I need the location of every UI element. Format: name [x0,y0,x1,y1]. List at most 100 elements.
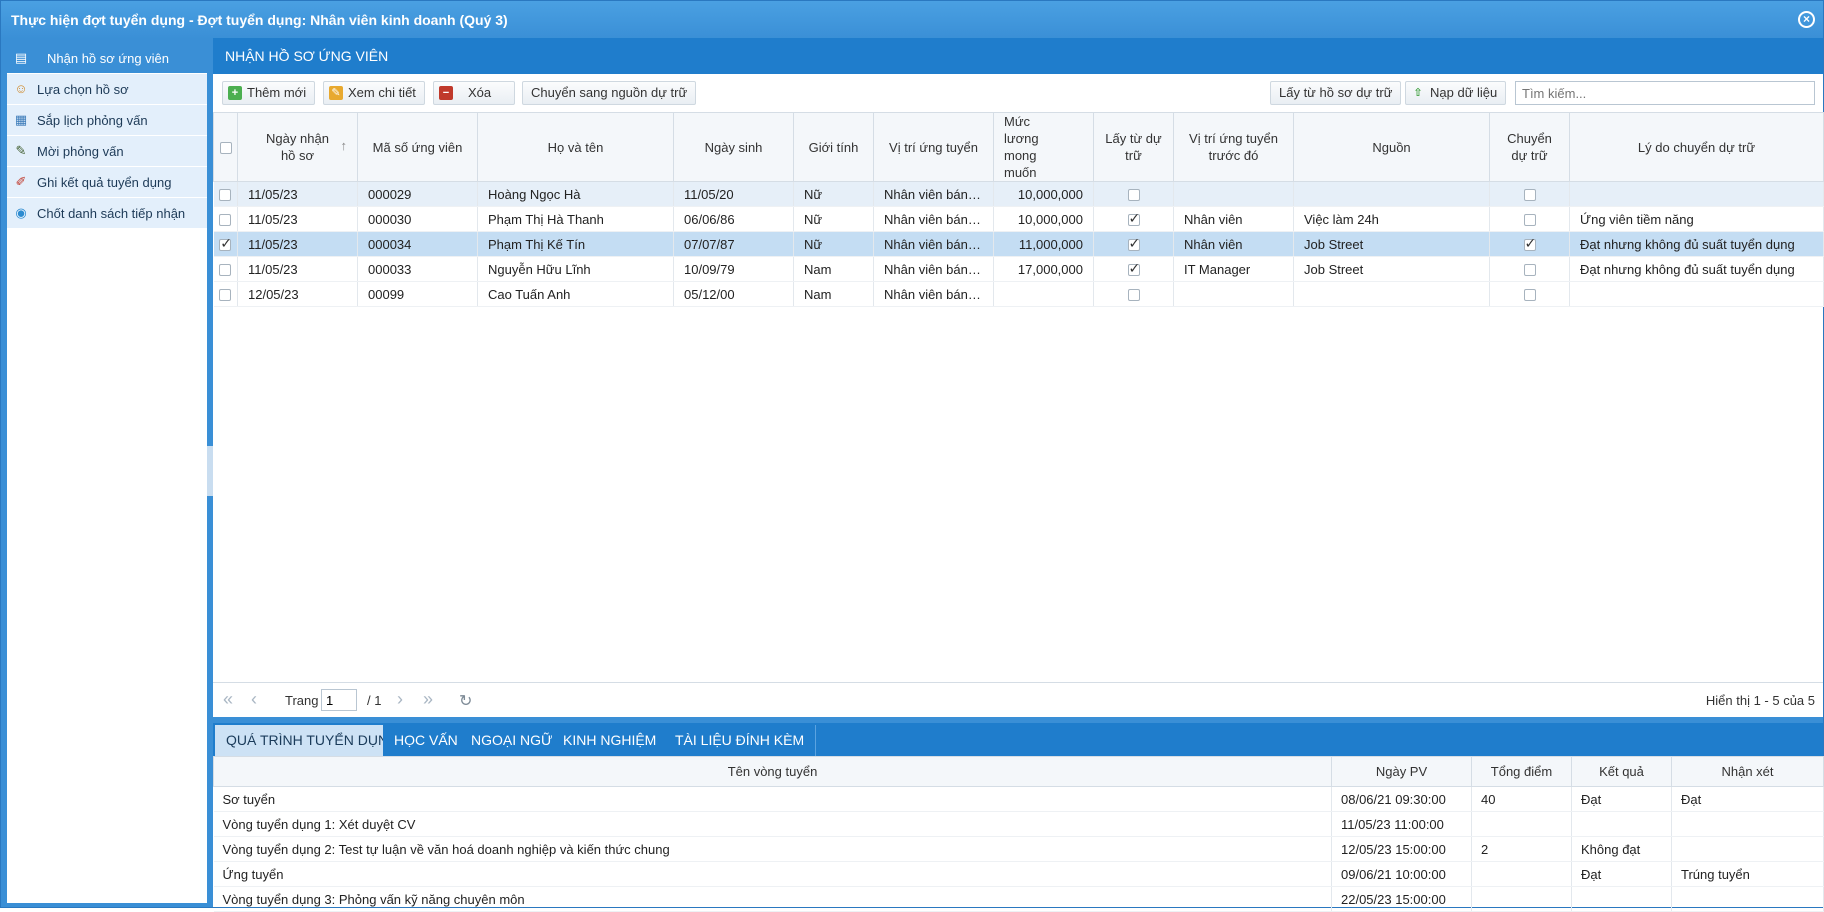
sidebar-item-label: Ghi kết quả tuyển dụng [37,175,172,190]
row-checkbox[interactable] [213,281,238,307]
col-total-score[interactable]: Tổng điểm [1471,756,1572,787]
main-panel: NHẬN HỒ SƠ ỨNG VIÊN + Thêm mới ✎ Xem chi… [213,38,1824,912]
cell-candidate-code: 000029 [357,181,478,207]
cell-gender: Nữ [793,206,874,232]
checkbox[interactable] [219,235,232,252]
last-page-icon[interactable]: » [423,689,433,710]
cell-total-score: 40 [1471,786,1572,812]
move-to-reserve-button[interactable]: Chuyển sang nguồn dự trữ [522,81,697,105]
checkbox[interactable] [1523,189,1536,202]
prev-page-icon[interactable]: ‹ [251,689,257,710]
process-row[interactable]: Ứng tuyển 09/06/21 10:00:00 Đạt Trúng tuyển [213,861,1824,887]
checkbox[interactable] [219,289,232,302]
get-from-reserve-button[interactable]: Lấy từ hồ sơ dự trữ [1270,81,1402,105]
process-row[interactable]: Sơ tuyển 08/06/21 09:30:00 40 Đạt Đạt [213,786,1824,812]
refresh-icon[interactable]: ↻ [459,691,472,711]
cell-to-reserve[interactable] [1489,281,1570,307]
cell-from-reserve[interactable] [1093,206,1174,232]
checkbox[interactable] [1523,264,1536,277]
col-reason[interactable]: Lý do chuyển dự trữ [1569,112,1824,182]
load-data-button[interactable]: ⇧ Nạp dữ liệu [1405,81,1507,105]
table-row[interactable]: 11/05/23 000033 Nguyễn Hữu Lĩnh 10/09/79 Nam… [213,256,1824,282]
table-row[interactable]: 11/05/23000034Phạm Thị Kế Tín07/07/87NữN… [213,231,1824,257]
sidebar-item-finalize-list[interactable]: ◉ Chốt danh sách tiếp nhận [7,198,207,229]
col-to-reserve[interactable]: Chuyển dự trữ [1489,112,1570,182]
process-row[interactable]: Vòng tuyển dụng 1: Xét duyệt CV 11/05/23 … [213,811,1824,837]
view-detail-button[interactable]: ✎ Xem chi tiết [323,81,425,105]
col-source[interactable]: Nguồn [1293,112,1490,182]
cell-to-reserve[interactable] [1489,256,1570,282]
checkbox[interactable] [1127,235,1140,252]
row-checkbox[interactable] [213,181,238,207]
checkbox[interactable] [1127,210,1140,227]
cell-salary [993,281,1094,307]
tab-recruitment-process[interactable]: QUÁ TRÌNH TUYỂN DỤNG [215,725,411,756]
table-row[interactable]: 12/05/23 00099 Cao Tuấn Anh 05/12/00 Nam Nhân… [213,281,1824,307]
sidebar-item-receive-profiles[interactable]: ▤ Nhận hồ sơ ứng viên [7,43,207,74]
cell-from-reserve[interactable] [1093,281,1174,307]
checkbox[interactable] [219,264,232,277]
col-dob[interactable]: Ngày sinh [673,112,794,182]
row-checkbox[interactable] [213,256,238,282]
sidebar-item-invite-interview[interactable]: ✎ Mời phỏng vấn [7,136,207,167]
cell-candidate-code: 000034 [357,231,478,257]
close-icon[interactable]: × [1798,11,1815,28]
table-row[interactable]: 11/05/23 000029 Hoàng Ngọc Hà 11/05/20 Nữ Nhâ… [213,181,1824,207]
tab-education[interactable]: HỌC VẤN [383,725,470,756]
row-checkbox[interactable] [213,206,238,232]
sidebar-item-schedule-interview[interactable]: ▦ Sắp lịch phỏng vấn [7,105,207,136]
cell-from-reserve[interactable] [1093,231,1174,257]
checkbox[interactable] [1523,235,1536,252]
cell-received-date: 12/05/23 [237,281,358,307]
first-page-icon[interactable]: « [223,689,233,710]
cell-dob: 11/05/20 [673,181,794,207]
cell-full-name: Hoàng Ngọc Hà [477,181,674,207]
cell-result [1571,811,1672,837]
col-round-name[interactable]: Tên vòng tuyển [213,756,1332,787]
sidebar-item-record-result[interactable]: ✐ Ghi kết quả tuyển dụng [7,167,207,198]
col-position[interactable]: Vị trí ứng tuyển [873,112,994,182]
next-page-icon[interactable]: › [397,689,403,710]
col-interview-date[interactable]: Ngày PV [1331,756,1472,787]
tab-attachments[interactable]: TÀI LIỆU ĐÍNH KÈM [664,725,817,756]
col-candidate-code[interactable]: Mã số ứng viên [357,112,478,182]
col-gender[interactable]: Giới tính [793,112,874,182]
cell-to-reserve[interactable] [1489,181,1570,207]
checkbox[interactable] [1523,289,1536,302]
col-result[interactable]: Kết quả [1571,756,1672,787]
add-button[interactable]: + Thêm mới [222,81,316,105]
cell-to-reserve[interactable] [1489,231,1570,257]
cell-from-reserve[interactable] [1093,181,1174,207]
select-all-checkbox[interactable] [213,112,238,182]
cell-to-reserve[interactable] [1489,206,1570,232]
col-from-reserve[interactable]: Lấy từ dự trữ [1093,112,1174,182]
page-input[interactable] [321,689,357,711]
panel-title: NHẬN HỒ SƠ ỨNG VIÊN [213,38,1823,74]
checkbox[interactable] [1523,214,1536,227]
invite-icon: ✎ [15,143,27,158]
row-checkbox[interactable] [213,231,238,257]
col-salary[interactable]: Mức lương mong muốn [993,112,1094,182]
cell-interview-date: 08/06/21 09:30:00 [1331,786,1472,812]
search-input[interactable] [1515,81,1815,105]
move-to-reserve-label: Chuyển sang nguồn dự trữ [531,85,688,100]
tab-experience[interactable]: KINH NGHIỆM [552,725,669,756]
cell-candidate-code: 00099 [357,281,478,307]
checkbox[interactable] [219,189,232,202]
checkbox[interactable] [1127,289,1140,302]
table-row[interactable]: 11/05/23 000030 Phạm Thị Hà Thanh 06/06/86 N… [213,206,1824,232]
checkbox[interactable] [219,214,232,227]
tab-languages[interactable]: NGOẠI NGỮ [460,725,565,756]
cell-from-reserve[interactable] [1093,256,1174,282]
col-comment[interactable]: Nhận xét [1671,756,1824,787]
col-received-date[interactable]: Ngày nhận hồ sơ ↑ [237,112,358,182]
sidebar-item-select-profiles[interactable]: ☺ Lựa chọn hồ sơ [7,74,207,105]
delete-button[interactable]: − Xóa [433,81,515,105]
cell-gender: Nam [793,256,874,282]
process-row[interactable]: Vòng tuyển dụng 2: Test tự luận về văn h… [213,836,1824,862]
col-prev-position[interactable]: Vị trí ứng tuyển trước đó [1173,112,1294,182]
cell-result: Không đạt [1571,836,1672,862]
col-full-name[interactable]: Họ và tên [477,112,674,182]
checkbox[interactable] [1127,260,1140,277]
checkbox[interactable] [1127,189,1140,202]
